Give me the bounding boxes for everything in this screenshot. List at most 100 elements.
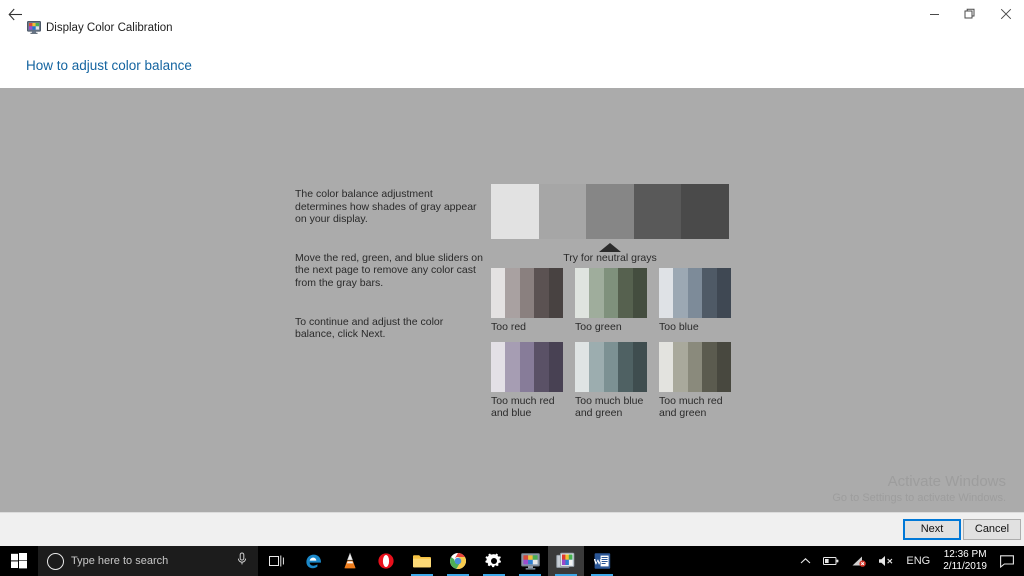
sample-swatch-too-blue-3	[688, 268, 702, 318]
dialog-footer: Next Cancel	[0, 512, 1024, 547]
taskbar-app-vlc-media-player[interactable]	[332, 546, 368, 576]
sample-group-too-much-blue-and-green: Too much blue and green	[575, 342, 647, 420]
windows-taskbar: Type here to search	[0, 546, 1024, 576]
sample-swatch-too-blue-5	[717, 268, 731, 318]
restore-button[interactable]	[952, 0, 988, 28]
cancel-button[interactable]: Cancel	[963, 519, 1021, 540]
sample-swatch-too-green-4	[618, 268, 632, 318]
svg-text:W: W	[594, 557, 602, 566]
sample-swatch-too-much-red-and-green-2	[673, 342, 687, 392]
sample-swatch-too-much-red-and-green-3	[688, 342, 702, 392]
sample-row-top: Too redToo greenToo blue	[491, 268, 741, 334]
watermark-subtitle: Go to Settings to activate Windows.	[832, 491, 1006, 506]
sample-swatch-too-green-2	[589, 268, 603, 318]
taskbar-app-settings[interactable]	[476, 546, 512, 576]
sample-swatch-too-green-5	[633, 268, 647, 318]
taskbar-app-microsoft-word[interactable]: W	[584, 546, 620, 576]
sample-swatch-too-blue-4	[702, 268, 716, 318]
sample-swatch-too-much-red-and-blue-4	[534, 342, 548, 392]
task-view-icon[interactable]	[258, 546, 296, 576]
sample-group-too-much-red-and-blue: Too much red and blue	[491, 342, 563, 420]
sample-swatch-too-much-blue-and-green-4	[618, 342, 632, 392]
sample-label-too-blue: Too blue	[659, 321, 737, 334]
minimize-button[interactable]	[916, 0, 952, 28]
sample-swatch-too-much-red-and-blue-2	[505, 342, 519, 392]
windows-activation-watermark: Activate Windows Go to Settings to activ…	[832, 473, 1006, 506]
clock-time: 12:36 PM	[944, 549, 987, 561]
battery-icon[interactable]	[817, 546, 845, 576]
sample-swatch-too-red-2	[505, 268, 519, 318]
sample-swatch-too-much-blue-and-green-5	[633, 342, 647, 392]
how-to-adjust-color-balance-link[interactable]: How to adjust color balance	[26, 57, 192, 74]
sample-swatch-too-green-3	[604, 268, 618, 318]
taskbar-app-buttons: W	[296, 546, 620, 576]
taskbar-app-google-chrome[interactable]	[440, 546, 476, 576]
taskbar-app-file-explorer[interactable]	[404, 546, 440, 576]
action-center-icon[interactable]	[994, 546, 1020, 576]
sample-swatch-too-much-red-and-blue-1	[491, 342, 505, 392]
sample-swatch-too-much-red-and-green-5	[717, 342, 731, 392]
show-hidden-icons-chevron[interactable]	[794, 546, 817, 576]
volume-muted-icon[interactable]	[872, 546, 900, 576]
clock-date: 2/11/2019	[943, 561, 987, 573]
search-placeholder-text: Type here to search	[71, 555, 236, 567]
sample-swatch-too-much-blue-and-green-3	[604, 342, 618, 392]
sample-swatch-too-green-1	[575, 268, 589, 318]
sample-label-too-much-red-and-blue: Too much red and blue	[491, 395, 569, 420]
monitor-icon	[27, 21, 41, 34]
neutral-gray-bar	[491, 184, 729, 239]
sample-swatch-too-red-4	[534, 268, 548, 318]
sample-swatch-too-red-5	[549, 268, 563, 318]
close-button[interactable]	[988, 0, 1024, 28]
neutral-gray-swatch-1	[491, 184, 539, 239]
calibration-content-area: The color balance adjustment determines …	[0, 88, 1024, 512]
sample-bars-too-green	[575, 268, 647, 318]
input-language-indicator[interactable]: ENG	[900, 546, 936, 576]
instruction-paragraph-2: Move the red, green, and blue sliders on…	[295, 252, 483, 290]
sample-swatch-too-much-red-and-green-1	[659, 342, 673, 392]
sample-bars-too-much-red-and-green	[659, 342, 731, 392]
instruction-paragraph-1: The color balance adjustment determines …	[295, 188, 483, 226]
taskbar-app-opera-browser[interactable]	[368, 546, 404, 576]
sample-row-bottom: Too much red and blueToo much blue and g…	[491, 342, 741, 420]
color-cast-samples: Too redToo greenToo blue Too much red an…	[491, 268, 741, 428]
taskbar-app-display-color-calibration[interactable]	[512, 546, 548, 576]
neutral-gray-caret-icon	[599, 243, 621, 252]
microphone-icon[interactable]	[236, 552, 248, 571]
taskbar-clock[interactable]: 12:36 PM 2/11/2019	[936, 546, 994, 576]
sample-group-too-much-red-and-green: Too much red and green	[659, 342, 731, 420]
search-input[interactable]: Type here to search	[38, 546, 258, 576]
sample-swatch-too-much-red-and-blue-3	[520, 342, 534, 392]
network-disconnected-icon[interactable]	[845, 546, 872, 576]
taskbar-app-microsoft-edge[interactable]	[296, 546, 332, 576]
sample-group-too-red: Too red	[491, 268, 563, 334]
window-controls	[916, 0, 1024, 28]
sample-bars-too-much-red-and-blue	[491, 342, 563, 392]
sample-bars-too-blue	[659, 268, 731, 318]
display-color-calibration-window: Display Color Calibration How to adjust	[0, 0, 1024, 576]
sample-bars-too-red	[491, 268, 563, 318]
neutral-gray-swatch-5	[681, 184, 729, 239]
next-button[interactable]: Next	[903, 519, 961, 540]
sample-label-too-much-red-and-green: Too much red and green	[659, 395, 737, 420]
instruction-paragraph-3: To continue and adjust the color balance…	[295, 316, 483, 341]
sample-swatch-too-much-blue-and-green-2	[589, 342, 603, 392]
sample-swatch-too-red-3	[520, 268, 534, 318]
watermark-title: Activate Windows	[832, 473, 1006, 491]
sample-label-too-red: Too red	[491, 321, 569, 334]
title-bar: Display Color Calibration	[0, 0, 1024, 28]
cortana-circle-icon	[47, 553, 64, 570]
neutral-gray-swatch-3	[586, 184, 634, 239]
sample-group-too-blue: Too blue	[659, 268, 731, 334]
neutral-gray-label: Try for neutral grays	[491, 252, 729, 265]
taskbar-app-photos[interactable]	[548, 546, 584, 576]
sample-swatch-too-blue-2	[673, 268, 687, 318]
neutral-gray-swatch-2	[539, 184, 587, 239]
window-title: Display Color Calibration	[46, 21, 173, 35]
sample-swatch-too-much-blue-and-green-1	[575, 342, 589, 392]
instructions-block: The color balance adjustment determines …	[295, 188, 483, 341]
neutral-gray-swatch-4	[634, 184, 682, 239]
back-arrow-icon[interactable]	[4, 4, 26, 24]
sample-group-too-green: Too green	[575, 268, 647, 334]
windows-start-icon[interactable]	[0, 546, 38, 576]
